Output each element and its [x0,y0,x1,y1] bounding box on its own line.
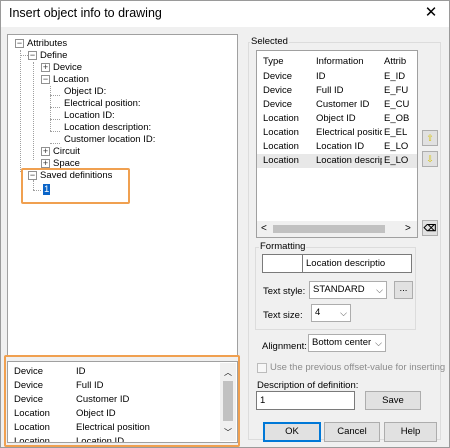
cell-information: Location descript... [316,155,382,166]
cell-information: Electrical position [316,127,382,138]
cell-attribute: E_EL [384,127,408,138]
text-size-value: 4 [315,307,321,318]
text-style-value: STANDARD [313,284,365,295]
table-row-selected[interactable]: Location Location descript... E_LO [257,154,417,168]
horizontal-scrollbar[interactable]: < > [257,221,417,237]
chevron-down-icon: ⌵ [376,285,383,295]
format-preview-text: Location descriptio [302,254,412,273]
ok-button[interactable]: OK [263,422,321,442]
table-row[interactable]: Location Location ID E_LO [257,140,417,154]
table-row[interactable]: Device Full ID E_FU [257,84,417,98]
cell-type: Device [263,85,293,96]
cell-attribute: E_LO [384,155,409,166]
table-row[interactable]: Location Electrical position E_EL [257,126,417,140]
column-header-information[interactable]: Information [316,55,364,69]
tree-line [50,119,60,120]
cell-type: Location [263,155,299,166]
format-preview-left [262,254,303,273]
selected-table[interactable]: Type Information Attrib Device ID E_ID D… [256,50,418,238]
alignment-value: Bottom center [312,337,372,348]
cell-type: Location [263,127,299,138]
title-bar: Insert object info to drawing ✕ [1,1,449,27]
definition-input[interactable] [256,391,355,410]
definition-label: Description of definition: [257,380,359,391]
collapse-icon[interactable]: − [15,39,24,48]
expand-icon[interactable]: + [41,147,50,156]
insert-object-info-dialog: Insert object info to drawing ✕ − Attrib… [0,0,450,448]
chevron-down-icon: ⌵ [375,338,382,348]
table-row[interactable]: Device ID E_ID [257,70,417,84]
collapse-icon[interactable]: − [41,75,50,84]
cell-information: Object ID [316,113,356,124]
highlight-box-preview-list [4,355,240,447]
cell-information: Customer ID [316,99,370,110]
scroll-thumb[interactable] [273,225,385,233]
expand-icon[interactable]: + [41,63,50,72]
window-title: Insert object info to drawing [9,6,162,20]
column-header-type[interactable]: Type [263,55,284,69]
cell-attribute: E_ID [384,71,406,82]
table-row[interactable]: Location Object ID E_OB [257,112,417,126]
tree-line [50,86,51,131]
cell-attribute: E_FU [384,85,409,96]
cell-type: Location [263,141,299,152]
cell-type: Location [263,113,299,124]
save-button[interactable]: Save [365,391,421,410]
tree-line [50,143,60,144]
tree-node-object-id[interactable]: Object ID: [64,86,106,98]
cell-attribute: E_OB [384,113,410,124]
cell-information: ID [316,71,326,82]
tree-node-attributes[interactable]: Attributes [27,38,67,50]
table-row[interactable]: Device Customer ID E_CU [257,98,417,112]
cell-attribute: E_LO [384,141,409,152]
tree-node-location-description[interactable]: Location description: [64,122,151,134]
tree-node-device[interactable]: Device [53,62,82,74]
offset-checkbox[interactable] [257,363,267,373]
scroll-left-icon[interactable]: < [261,223,267,234]
highlight-box-saved-definitions [21,168,130,204]
tree-line [50,131,60,132]
text-style-select[interactable]: STANDARD ⌵ [309,281,387,299]
text-style-label: Text style: [263,286,306,297]
text-size-label: Text size: [263,310,303,321]
move-up-icon[interactable]: ⇧ [422,130,438,146]
remove-icon[interactable]: ⌫ [422,220,438,236]
text-size-select[interactable]: 4 ⌵ [311,304,351,322]
help-button[interactable]: Help [384,422,437,442]
tree-node-circuit[interactable]: Circuit [53,146,80,158]
chevron-down-icon: ⌵ [340,308,347,318]
tree-node-location-id[interactable]: Location ID: [64,110,115,122]
column-header-attribute[interactable]: Attrib [384,55,417,69]
tree-line [50,95,60,96]
move-down-icon[interactable]: ⇩ [422,151,438,167]
text-style-more-button[interactable]: ... [394,281,413,299]
collapse-icon[interactable]: − [28,51,37,60]
offset-checkbox-label: Use the previous offset-value for insert… [270,362,446,373]
selected-group-label: Selected [250,36,289,47]
formatting-group-label: Formatting [259,241,307,252]
tree-node-customer-location-id[interactable]: Customer location ID: [64,134,155,146]
tree-node-location[interactable]: Location [53,74,89,86]
tree-node-electrical-position[interactable]: Electrical position: [64,98,141,110]
tree-line [20,50,21,172]
alignment-select[interactable]: Bottom center ⌵ [308,334,386,352]
cell-type: Device [263,99,293,110]
cancel-button[interactable]: Cancel [324,422,380,442]
cell-type: Device [263,71,293,82]
expand-icon[interactable]: + [41,159,50,168]
tree-line [33,62,34,160]
cell-information: Location ID [316,141,365,152]
tree-node-define[interactable]: Define [40,50,67,62]
tree-line [50,107,60,108]
alignment-label: Alignment: [262,341,307,352]
close-icon[interactable]: ✕ [421,3,441,23]
scroll-right-icon[interactable]: > [405,223,411,234]
cell-information: Full ID [316,85,344,96]
cell-attribute: E_CU [384,99,410,110]
